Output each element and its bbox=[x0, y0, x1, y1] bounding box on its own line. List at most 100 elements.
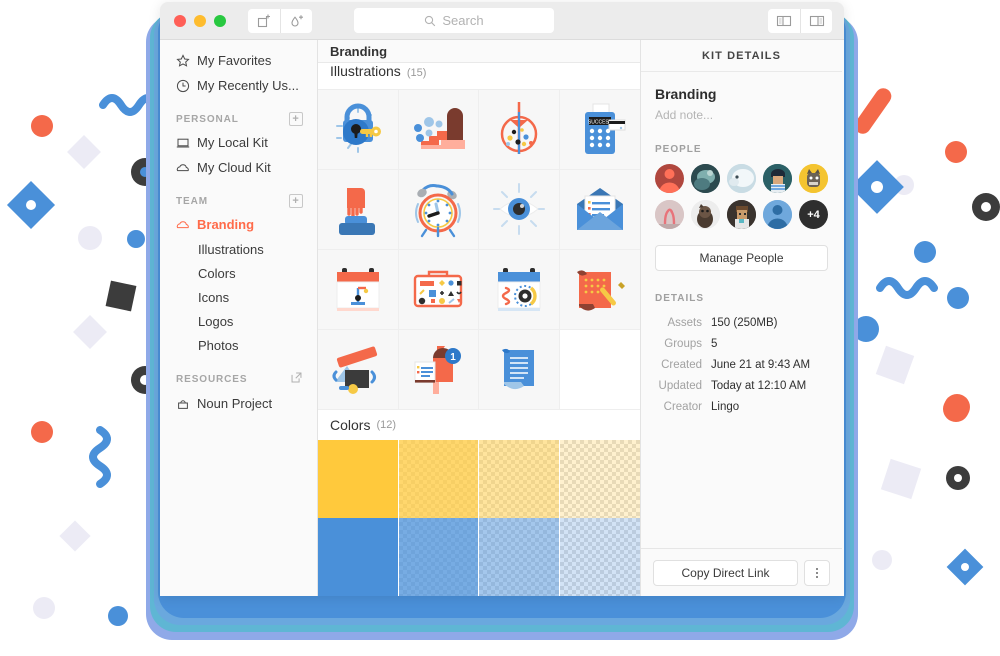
details-section-label: DETAILS bbox=[655, 293, 705, 304]
details-value: June 21 at 9:43 AM bbox=[711, 359, 811, 371]
add-asset-button[interactable] bbox=[248, 8, 280, 33]
minimize-button[interactable] bbox=[194, 14, 206, 27]
details-row: Assets 150 (250MB) bbox=[655, 313, 828, 334]
search-input[interactable]: Search bbox=[354, 8, 554, 33]
close-button[interactable] bbox=[174, 14, 186, 27]
sidebar-item-noun-project[interactable]: Noun Project bbox=[160, 391, 317, 416]
padlock-key-icon bbox=[335, 103, 381, 154]
details-list: Assets 150 (250MB) Groups 5 Created June… bbox=[655, 313, 828, 418]
asset-cell-red-scroll-pen[interactable] bbox=[559, 249, 640, 330]
sidebar-section-label: PERSONAL bbox=[176, 113, 239, 125]
open-envelope-icon bbox=[576, 188, 623, 231]
sidebar-item-photos[interactable]: Photos bbox=[160, 333, 317, 357]
asset-cell-padlock-key[interactable] bbox=[318, 89, 399, 170]
asset-cell-stairs-door[interactable] bbox=[398, 89, 479, 170]
sidebar-item-label: My Cloud Kit bbox=[197, 160, 271, 175]
kit-note-input[interactable]: Add note... bbox=[655, 108, 828, 122]
asset-cell-eye-shine[interactable] bbox=[479, 169, 560, 250]
color-swatch[interactable] bbox=[479, 440, 560, 518]
kit-title: Branding bbox=[655, 86, 717, 102]
avatar[interactable] bbox=[691, 164, 720, 193]
toolbox-icon bbox=[414, 270, 463, 308]
kit-details-body: Branding Add note... PEOPLE +4 Manage Pe… bbox=[641, 72, 842, 548]
sidebar-item-label: Photos bbox=[198, 337, 239, 353]
color-swatch[interactable] bbox=[318, 440, 399, 518]
avatar[interactable] bbox=[727, 164, 756, 193]
kit-details-panel: KIT DETAILS Branding Add note... PEOPLE bbox=[641, 40, 842, 596]
bag-icon bbox=[178, 399, 188, 409]
copy-direct-link-button[interactable]: Copy Direct Link bbox=[653, 559, 798, 586]
avatar[interactable] bbox=[691, 200, 720, 229]
section-header-illustrations: Illustrations (15) bbox=[318, 63, 640, 90]
sidebar-item-illustrations[interactable]: Illustrations bbox=[160, 237, 317, 261]
traffic-lights bbox=[160, 14, 226, 27]
maximize-button[interactable] bbox=[214, 14, 226, 27]
sidebar-item-label: My Local Kit bbox=[197, 135, 268, 150]
sidebar-item-label: Logos bbox=[198, 313, 234, 329]
search-placeholder: Search bbox=[442, 13, 484, 28]
add-color-button[interactable] bbox=[280, 8, 312, 33]
asset-cell-broken-frame[interactable] bbox=[318, 329, 399, 410]
sidebar-item-my-cloud-kit[interactable]: My Cloud Kit bbox=[160, 155, 317, 180]
screenshot-root: Search My Favorites My Recently Us... PE… bbox=[0, 0, 1000, 656]
open-external-button[interactable] bbox=[290, 371, 303, 387]
illustrations-grid: SUCCESS 1 bbox=[318, 89, 640, 410]
asset-cell-blue-document[interactable] bbox=[479, 329, 560, 410]
window-body: My Favorites My Recently Us... PERSONAL … bbox=[160, 40, 844, 596]
color-swatch[interactable] bbox=[398, 440, 479, 518]
asset-cell-alarm-clock[interactable] bbox=[398, 169, 479, 250]
sidebar-item-my-local-kit[interactable]: My Local Kit bbox=[160, 130, 317, 155]
color-swatch[interactable] bbox=[479, 518, 560, 596]
color-swatch[interactable] bbox=[559, 440, 640, 518]
color-swatch[interactable] bbox=[318, 518, 399, 596]
asset-cell-calendar-crane[interactable] bbox=[318, 249, 399, 330]
asset-cell-open-envelope[interactable] bbox=[559, 169, 640, 250]
app-window: Search My Favorites My Recently Us... PE… bbox=[160, 2, 844, 596]
add-color-droplet-icon bbox=[290, 14, 303, 26]
asset-cell-target-confetti[interactable] bbox=[479, 89, 560, 170]
sidebar-item-my-recently-used[interactable]: My Recently Us... bbox=[160, 73, 317, 98]
avatar-more-count[interactable]: +4 bbox=[799, 200, 828, 229]
avatar[interactable] bbox=[655, 164, 684, 193]
clock-icon bbox=[176, 79, 190, 92]
details-value: Lingo bbox=[711, 401, 740, 413]
sidebar-item-icons[interactable]: Icons bbox=[160, 285, 317, 309]
details-key: Created bbox=[661, 359, 702, 371]
avatar[interactable] bbox=[763, 164, 792, 193]
sidebar-item-logos[interactable]: Logos bbox=[160, 309, 317, 333]
window-titlebar: Search bbox=[160, 2, 844, 40]
avatar[interactable] bbox=[655, 200, 684, 229]
sidebar-item-colors[interactable]: Colors bbox=[160, 261, 317, 285]
center-panel: Branding Illustrations (15) SUCCESS 1 Co… bbox=[318, 40, 641, 596]
section-name: Colors bbox=[330, 416, 371, 433]
avatar[interactable] bbox=[763, 200, 792, 229]
sidebar-item-my-favorites[interactable]: My Favorites bbox=[160, 48, 317, 73]
sidebar-item-label: Colors bbox=[198, 265, 236, 281]
external-link-icon bbox=[291, 372, 302, 383]
toggle-left-panel-button[interactable] bbox=[768, 9, 800, 33]
asset-cell-mailbox-notification[interactable]: 1 bbox=[398, 329, 479, 410]
asset-cell-card-terminal[interactable]: SUCCESS bbox=[559, 89, 640, 170]
color-swatch[interactable] bbox=[559, 518, 640, 596]
avatar[interactable] bbox=[799, 164, 828, 193]
toggle-right-panel-button[interactable] bbox=[800, 9, 832, 33]
avatar[interactable] bbox=[727, 200, 756, 229]
manage-people-button[interactable]: Manage People bbox=[655, 245, 828, 271]
asset-cell-calendar-gears[interactable] bbox=[479, 249, 560, 330]
sidebar-item-label: My Recently Us... bbox=[197, 78, 299, 93]
red-scroll-pen-icon bbox=[576, 270, 625, 311]
more-options-button[interactable] bbox=[804, 559, 830, 586]
asset-cell-toolbox[interactable] bbox=[398, 249, 479, 330]
kebab-dot bbox=[816, 567, 818, 570]
sidebar-section-label: TEAM bbox=[176, 195, 208, 207]
sidebar-item-branding[interactable]: Branding bbox=[160, 212, 317, 237]
section-count: (15) bbox=[406, 67, 427, 80]
add-team-kit-button[interactable]: + bbox=[289, 194, 303, 208]
details-row: Creator Lingo bbox=[655, 397, 828, 418]
calendar-crane-icon bbox=[336, 268, 380, 312]
color-swatch[interactable] bbox=[398, 518, 479, 596]
details-key: Groups bbox=[664, 338, 702, 350]
asset-cell-hand-button[interactable] bbox=[318, 169, 399, 250]
add-personal-kit-button[interactable]: + bbox=[289, 112, 303, 126]
details-row: Created June 21 at 9:43 AM bbox=[655, 355, 828, 376]
